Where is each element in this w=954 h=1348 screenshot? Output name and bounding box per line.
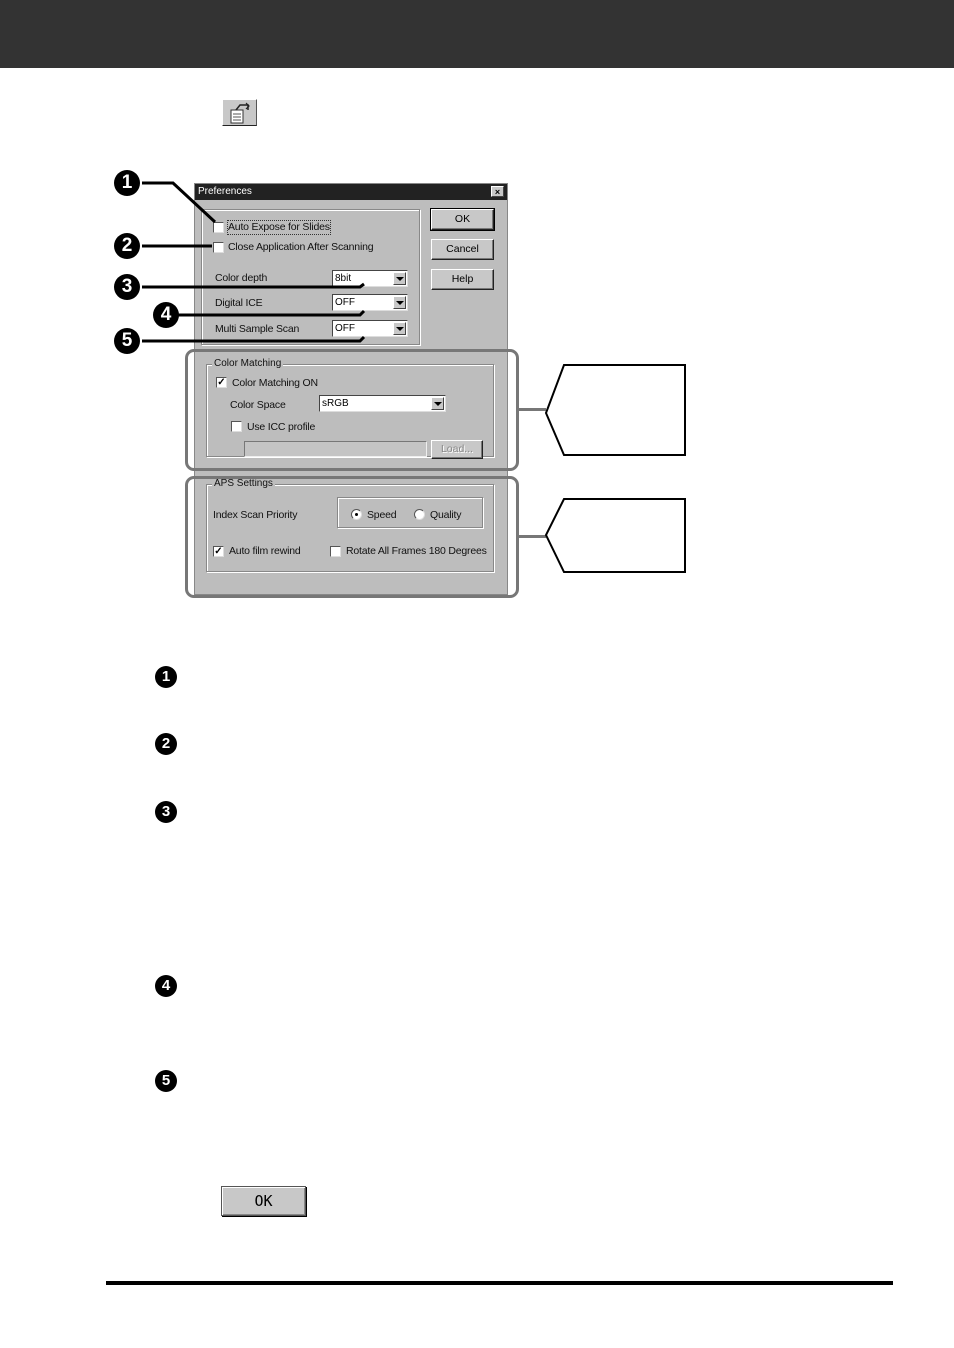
color-matching-callout-box [544,364,686,456]
close-button[interactable]: × [491,186,504,197]
chevron-down-icon[interactable] [393,272,406,285]
list-marker-5: 5 [155,1070,177,1092]
list-marker-2: 2 [155,733,177,755]
preferences-toolbar-button[interactable] [222,99,257,126]
list-marker-3: 3 [155,801,177,823]
marker-5: 5 [114,328,140,354]
ok-button[interactable]: OK [430,208,495,231]
color-matching-highlight [185,349,519,471]
chevron-down-icon[interactable] [393,322,406,335]
marker-leader-lines [142,181,366,343]
preferences-icon [230,102,250,124]
aps-callout-box [544,498,686,573]
chevron-down-icon[interactable] [393,296,406,309]
marker-1: 1 [114,170,140,196]
aps-settings-highlight [185,476,519,598]
marker-2: 2 [114,233,140,259]
list-marker-4: 4 [155,975,177,997]
footer-rule [106,1281,893,1285]
marker-3: 3 [114,274,140,300]
cancel-button[interactable]: Cancel [431,239,494,260]
marker-4: 4 [153,302,179,328]
help-button[interactable]: Help [431,269,494,290]
ok-button-illustration[interactable]: OK [221,1186,306,1216]
list-marker-1: 1 [155,666,177,688]
page-header-bar [0,0,954,68]
